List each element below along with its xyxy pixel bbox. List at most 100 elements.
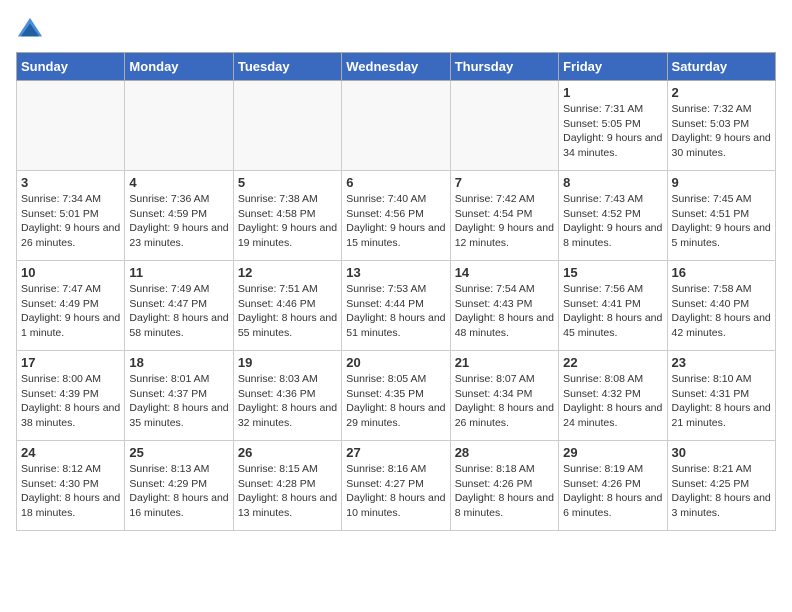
week-row-1: 3 Sunrise: 7:34 AM Sunset: 5:01 PM Daylig…: [17, 171, 776, 261]
day-number: 12: [238, 265, 337, 280]
calendar-cell: [233, 81, 341, 171]
calendar-table: SundayMondayTuesdayWednesdayThursdayFrid…: [16, 52, 776, 531]
calendar-cell: 20Sunrise: 8:05 AM Sunset: 4:35 PM Dayli…: [342, 351, 450, 441]
day-number: 23: [672, 355, 771, 370]
logo-inner: [16, 16, 48, 44]
day-info: Sunrise: 8:03 AM Sunset: 4:36 PM Dayligh…: [238, 372, 337, 431]
calendar-cell: 27 Sunrise: 8:16 AM Sunset: 4:27 PM Dayli…: [342, 441, 450, 531]
calendar-cell: 13 Sunrise: 7:53 AM Sunset: 4:44 PM Dayli…: [342, 261, 450, 351]
day-number: 26: [238, 445, 337, 460]
calendar-cell: 26 Sunrise: 8:15 AM Sunset: 4:28 PM Dayli…: [233, 441, 341, 531]
calendar-cell: 18Sunrise: 8:01 AM Sunset: 4:37 PM Dayli…: [125, 351, 233, 441]
day-number: 3: [21, 175, 120, 190]
calendar-cell: 3 Sunrise: 7:34 AM Sunset: 5:01 PM Daylig…: [17, 171, 125, 261]
day-info: Sunrise: 7:43 AM Sunset: 4:52 PM Dayligh…: [563, 192, 662, 251]
calendar-cell: 25 Sunrise: 8:13 AM Sunset: 4:29 PM Dayli…: [125, 441, 233, 531]
day-number: 13: [346, 265, 445, 280]
day-number: 19: [238, 355, 337, 370]
day-number: 22: [563, 355, 662, 370]
day-number: 25: [129, 445, 228, 460]
calendar-cell: 5 Sunrise: 7:38 AM Sunset: 4:58 PM Daylig…: [233, 171, 341, 261]
day-number: 28: [455, 445, 554, 460]
calendar-cell: 29 Sunrise: 8:19 AM Sunset: 4:26 PM Dayli…: [559, 441, 667, 531]
calendar-cell: [17, 81, 125, 171]
day-info: Sunrise: 7:53 AM Sunset: 4:44 PM Dayligh…: [346, 282, 445, 341]
day-number: 7: [455, 175, 554, 190]
calendar-cell: 14Sunrise: 7:54 AM Sunset: 4:43 PM Dayli…: [450, 261, 558, 351]
day-number: 21: [455, 355, 554, 370]
day-number: 9: [672, 175, 771, 190]
day-info: Sunrise: 8:13 AM Sunset: 4:29 PM Dayligh…: [129, 462, 228, 521]
day-number: 1: [563, 85, 662, 100]
logo: [16, 16, 48, 44]
calendar-cell: [342, 81, 450, 171]
day-info: Sunrise: 8:16 AM Sunset: 4:27 PM Dayligh…: [346, 462, 445, 521]
day-info: Sunrise: 7:38 AM Sunset: 4:58 PM Dayligh…: [238, 192, 337, 251]
day-number: 15: [563, 265, 662, 280]
day-info: Sunrise: 8:19 AM Sunset: 4:26 PM Dayligh…: [563, 462, 662, 521]
day-info: Sunrise: 7:45 AM Sunset: 4:51 PM Dayligh…: [672, 192, 771, 251]
week-row-3: 17 Sunrise: 8:00 AM Sunset: 4:39 PM Dayli…: [17, 351, 776, 441]
calendar-cell: 22 Sunrise: 8:08 AM Sunset: 4:32 PM Dayli…: [559, 351, 667, 441]
day-info: Sunrise: 8:18 AM Sunset: 4:26 PM Dayligh…: [455, 462, 554, 521]
day-info: Sunrise: 8:15 AM Sunset: 4:28 PM Dayligh…: [238, 462, 337, 521]
calendar-cell: 11Sunrise: 7:49 AM Sunset: 4:47 PM Dayli…: [125, 261, 233, 351]
weekday-header-tuesday: Tuesday: [233, 53, 341, 81]
day-number: 6: [346, 175, 445, 190]
weekday-header-friday: Friday: [559, 53, 667, 81]
calendar-cell: 8 Sunrise: 7:43 AM Sunset: 4:52 PM Daylig…: [559, 171, 667, 261]
day-info: Sunrise: 7:40 AM Sunset: 4:56 PM Dayligh…: [346, 192, 445, 251]
week-row-0: 1 Sunrise: 7:31 AM Sunset: 5:05 PM Daylig…: [17, 81, 776, 171]
day-info: Sunrise: 8:00 AM Sunset: 4:39 PM Dayligh…: [21, 372, 120, 431]
calendar-cell: 12 Sunrise: 7:51 AM Sunset: 4:46 PM Dayli…: [233, 261, 341, 351]
calendar-cell: 4 Sunrise: 7:36 AM Sunset: 4:59 PM Daylig…: [125, 171, 233, 261]
calendar-cell: 15 Sunrise: 7:56 AM Sunset: 4:41 PM Dayli…: [559, 261, 667, 351]
day-info: Sunrise: 7:36 AM Sunset: 4:59 PM Dayligh…: [129, 192, 228, 251]
day-number: 29: [563, 445, 662, 460]
day-info: Sunrise: 7:49 AM Sunset: 4:47 PM Dayligh…: [129, 282, 228, 341]
day-info: Sunrise: 8:08 AM Sunset: 4:32 PM Dayligh…: [563, 372, 662, 431]
calendar-cell: 9 Sunrise: 7:45 AM Sunset: 4:51 PM Daylig…: [667, 171, 775, 261]
calendar-cell: 10Sunrise: 7:47 AM Sunset: 4:49 PM Dayli…: [17, 261, 125, 351]
day-info: Sunrise: 7:51 AM Sunset: 4:46 PM Dayligh…: [238, 282, 337, 341]
logo-icon: [16, 16, 44, 44]
day-number: 30: [672, 445, 771, 460]
day-info: Sunrise: 8:10 AM Sunset: 4:31 PM Dayligh…: [672, 372, 771, 431]
calendar-cell: 19 Sunrise: 8:03 AM Sunset: 4:36 PM Dayli…: [233, 351, 341, 441]
calendar-cell: 28 Sunrise: 8:18 AM Sunset: 4:26 PM Dayli…: [450, 441, 558, 531]
weekday-header-saturday: Saturday: [667, 53, 775, 81]
calendar-cell: 2Sunrise: 7:32 AM Sunset: 5:03 PM Daylig…: [667, 81, 775, 171]
day-info: Sunrise: 8:07 AM Sunset: 4:34 PM Dayligh…: [455, 372, 554, 431]
day-number: 16: [672, 265, 771, 280]
calendar-cell: [450, 81, 558, 171]
day-info: Sunrise: 7:32 AM Sunset: 5:03 PM Dayligh…: [672, 102, 771, 161]
day-number: 24: [21, 445, 120, 460]
day-number: 17: [21, 355, 120, 370]
calendar-cell: 30Sunrise: 8:21 AM Sunset: 4:25 PM Dayli…: [667, 441, 775, 531]
calendar-cell: 7 Sunrise: 7:42 AM Sunset: 4:54 PM Daylig…: [450, 171, 558, 261]
weekday-header-monday: Monday: [125, 53, 233, 81]
calendar-cell: 17 Sunrise: 8:00 AM Sunset: 4:39 PM Dayli…: [17, 351, 125, 441]
day-number: 5: [238, 175, 337, 190]
calendar-cell: [125, 81, 233, 171]
day-number: 20: [346, 355, 445, 370]
day-number: 27: [346, 445, 445, 460]
calendar-cell: 1 Sunrise: 7:31 AM Sunset: 5:05 PM Daylig…: [559, 81, 667, 171]
calendar-cell: 23 Sunrise: 8:10 AM Sunset: 4:31 PM Dayli…: [667, 351, 775, 441]
day-info: Sunrise: 8:01 AM Sunset: 4:37 PM Dayligh…: [129, 372, 228, 431]
day-info: Sunrise: 7:42 AM Sunset: 4:54 PM Dayligh…: [455, 192, 554, 251]
day-info: Sunrise: 7:31 AM Sunset: 5:05 PM Dayligh…: [563, 102, 662, 161]
week-row-4: 24 Sunrise: 8:12 AM Sunset: 4:30 PM Dayli…: [17, 441, 776, 531]
day-number: 8: [563, 175, 662, 190]
calendar-cell: 24 Sunrise: 8:12 AM Sunset: 4:30 PM Dayli…: [17, 441, 125, 531]
day-info: Sunrise: 7:54 AM Sunset: 4:43 PM Dayligh…: [455, 282, 554, 341]
day-number: 10: [21, 265, 120, 280]
day-info: Sunrise: 7:34 AM Sunset: 5:01 PM Dayligh…: [21, 192, 120, 251]
weekday-header-thursday: Thursday: [450, 53, 558, 81]
day-info: Sunrise: 7:56 AM Sunset: 4:41 PM Dayligh…: [563, 282, 662, 341]
day-info: Sunrise: 8:12 AM Sunset: 4:30 PM Dayligh…: [21, 462, 120, 521]
weekday-header-sunday: Sunday: [17, 53, 125, 81]
calendar-cell: 6 Sunrise: 7:40 AM Sunset: 4:56 PM Daylig…: [342, 171, 450, 261]
calendar-cell: 16Sunrise: 7:58 AM Sunset: 4:40 PM Dayli…: [667, 261, 775, 351]
day-number: 4: [129, 175, 228, 190]
